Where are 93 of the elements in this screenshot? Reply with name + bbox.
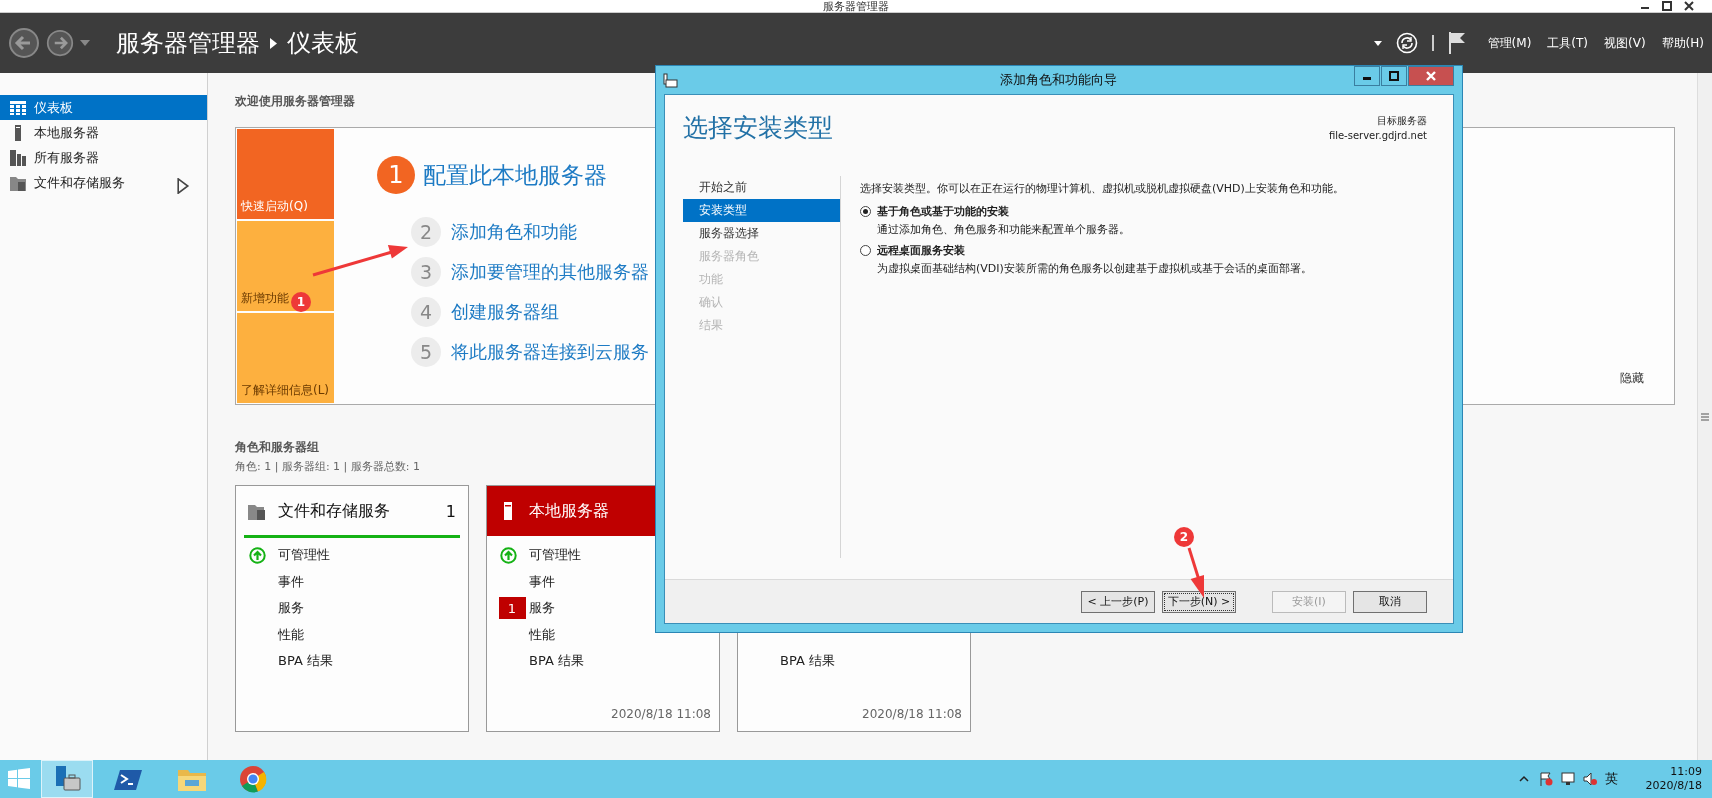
breadcrumb-item[interactable]: 服务器管理器: [116, 27, 260, 59]
target-server: file-server.gdjrd.net: [1328, 130, 1427, 141]
wizard-step[interactable]: 开始之前: [683, 176, 840, 199]
dropdown-icon[interactable]: [1373, 40, 1382, 46]
arrow-up-icon: [248, 546, 266, 564]
step-link[interactable]: 创建服务器组: [451, 300, 559, 324]
hide-link[interactable]: 隐藏: [1614, 369, 1650, 388]
sidebar-label: 仪表板: [34, 98, 73, 117]
flag-icon[interactable]: [1538, 772, 1553, 786]
divider-icon: [1431, 35, 1434, 51]
wizard-step[interactable]: 服务器选择: [683, 222, 840, 245]
step-link[interactable]: 配置此本地服务器: [423, 159, 607, 191]
sidebar-label: 文件和存储服务: [34, 173, 125, 192]
option-description: 通过添加角色、角色服务和功能来配置单个服务器。: [876, 222, 1131, 237]
card-row[interactable]: BPA 结果: [529, 652, 584, 671]
close-icon: [1426, 71, 1436, 81]
breadcrumb-item: 仪表板: [287, 28, 359, 59]
grid-icon: [10, 99, 26, 116]
chevron-icon: [270, 37, 277, 49]
step-number: 5: [411, 337, 441, 367]
step-number: 4: [411, 297, 441, 327]
dialog-button[interactable]: < 上一步(P): [1081, 590, 1155, 613]
card-timestamp: 2020/8/18 11:08: [610, 707, 712, 721]
card-row[interactable]: BPA 结果: [278, 652, 333, 671]
radio-option[interactable]: 远程桌面服务安装: [860, 243, 965, 258]
intro-text: 选择安装类型。你可以在正在运行的物理计算机、虚拟机或脱机虚拟硬盘(VHD)上安装角色和功能。: [860, 180, 1345, 197]
back-icon[interactable]: [8, 27, 40, 59]
alert-count: 1: [498, 597, 526, 620]
flag-icon[interactable]: [1447, 32, 1466, 54]
card-row[interactable]: 事件: [278, 572, 304, 591]
section-title: 欢迎使用服务器管理器: [235, 93, 356, 110]
menu-item[interactable]: 工具(T): [1547, 32, 1589, 54]
card-timestamp: 2020/8/18 11:08: [861, 707, 963, 721]
maximize-button[interactable]: [1381, 66, 1407, 86]
card-row[interactable]: 事件: [529, 572, 555, 591]
network-icon[interactable]: [1560, 772, 1575, 786]
card-title: 文件和存储服务: [278, 500, 390, 522]
section-title: 角色和服务器组: [235, 439, 320, 456]
card-row[interactable]: 可管理性: [278, 546, 330, 565]
taskbar-app[interactable]: [41, 760, 93, 798]
tile[interactable]: 了解详细信息(L): [237, 313, 334, 403]
servers-icon: [10, 149, 26, 166]
arrow: [1187, 547, 1204, 598]
folder-icon: [248, 502, 266, 520]
card-row[interactable]: 性能: [529, 625, 555, 644]
radio-option[interactable]: 基于角色或基于功能的安装: [860, 204, 1009, 219]
wizard-step[interactable]: 安装类型: [683, 199, 840, 222]
volume-icon[interactable]: [1582, 772, 1597, 786]
sidebar-label: 所有服务器: [34, 148, 99, 167]
option-description: 为虚拟桌面基础结构(VDI)安装所需的角色服务以创建基于虚拟机或基于会话的桌面部署。: [876, 261, 1313, 276]
grip-icon[interactable]: [1701, 412, 1709, 421]
page-heading: 选择安装类型: [683, 112, 833, 144]
step-link[interactable]: 添加要管理的其他服务器: [451, 260, 649, 284]
close-button[interactable]: [1408, 66, 1454, 86]
browser-icon: [238, 764, 268, 794]
step-number: 3: [411, 257, 441, 287]
maximize-icon: [1389, 71, 1399, 81]
scrollbar[interactable]: [1697, 73, 1712, 760]
card-row[interactable]: 服务: [529, 599, 555, 618]
step-number: 1: [377, 156, 415, 194]
card-row[interactable]: 性能: [278, 625, 304, 644]
dialog-button[interactable]: 下一步(N) >: [1162, 590, 1236, 613]
menu-item[interactable]: 管理(M): [1487, 32, 1532, 54]
step-link[interactable]: 将此服务器连接到云服务: [451, 340, 649, 364]
menu-item[interactable]: 视图(V): [1604, 32, 1646, 54]
step-link[interactable]: 添加角色和功能: [451, 220, 577, 244]
expand-icon[interactable]: [175, 178, 191, 194]
card-row[interactable]: BPA 结果: [780, 651, 835, 670]
refresh-icon[interactable]: [1395, 32, 1418, 54]
minimize-button[interactable]: [1354, 66, 1380, 86]
folder-icon: [10, 174, 26, 191]
card-count: 1: [445, 501, 456, 521]
sidebar-item[interactable]: 所有服务器: [0, 145, 207, 170]
dialog-button[interactable]: 取消: [1353, 590, 1427, 613]
window-title: 服务器管理器: [823, 0, 889, 13]
forward-icon[interactable]: [46, 29, 74, 57]
dialog-title: 添加角色和功能向导: [998, 71, 1118, 89]
server-card[interactable]: 文件和存储服务 1 可管理性 事件 服务 性能 BPA 结果: [235, 485, 469, 732]
sidebar-item[interactable]: 仪表板: [0, 95, 207, 120]
step-number: 2: [411, 217, 441, 247]
sidebar-item[interactable]: 本地服务器: [0, 120, 207, 145]
menu-item[interactable]: 帮助(H): [1661, 32, 1704, 54]
sidebar-item[interactable]: 文件和存储服务: [0, 170, 207, 195]
ime-indicator[interactable]: 英: [1604, 770, 1618, 788]
card-title: 本地服务器: [529, 500, 609, 522]
windows-icon: [7, 767, 31, 791]
card-row[interactable]: 可管理性: [529, 546, 581, 565]
sidebar-label: 本地服务器: [34, 123, 99, 142]
section-summary: 角色: 1 | 服务器组: 1 | 服务器总数: 1: [235, 459, 421, 474]
card-row[interactable]: 服务: [278, 599, 304, 618]
clock[interactable]: 11:09 2020/8/18: [1645, 765, 1702, 793]
arrow-up-icon: [499, 546, 517, 564]
target-label: 目标服务器: [1376, 114, 1427, 128]
